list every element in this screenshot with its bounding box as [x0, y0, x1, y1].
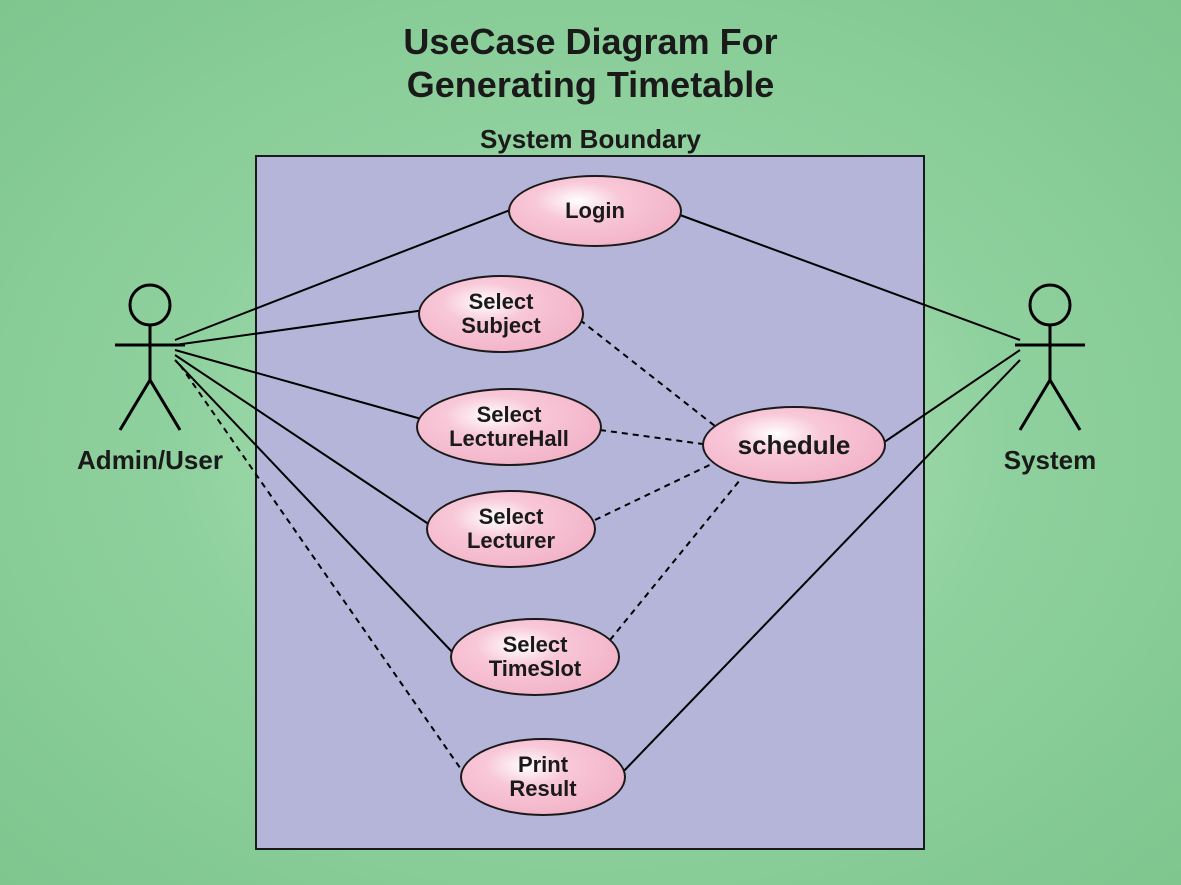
- actor-admin-label: Admin/User: [70, 445, 230, 476]
- usecase-schedule: schedule: [702, 406, 886, 484]
- usecase-print-result: Print Result: [460, 738, 626, 816]
- usecase-select-lecturer-line1: Select: [479, 504, 544, 529]
- diagram-title: UseCase Diagram For Generating Timetable: [0, 20, 1181, 106]
- usecase-print-result-line1: Print: [518, 752, 568, 777]
- usecase-select-lecturer-line2: Lecturer: [467, 528, 555, 553]
- usecase-login-label: Login: [565, 199, 625, 223]
- usecase-select-subject-line2: Subject: [461, 313, 540, 338]
- usecase-select-timeslot-line2: TimeSlot: [489, 656, 582, 681]
- usecase-login: Login: [508, 175, 682, 247]
- usecase-select-lecturehall-line2: LectureHall: [449, 426, 569, 451]
- title-line1: UseCase Diagram For: [403, 21, 777, 62]
- usecase-print-result-line2: Result: [509, 776, 576, 801]
- usecase-select-lecturehall: Select LectureHall: [416, 388, 602, 466]
- system-boundary-label: System Boundary: [0, 124, 1181, 155]
- actor-system-label: System: [995, 445, 1105, 476]
- actor-admin-icon: [100, 280, 200, 440]
- usecase-select-timeslot-line1: Select: [503, 632, 568, 657]
- usecase-schedule-label: schedule: [738, 431, 851, 460]
- title-line2: Generating Timetable: [407, 64, 774, 105]
- actor-system-icon: [1000, 280, 1100, 440]
- usecase-select-lecturer: Select Lecturer: [426, 490, 596, 568]
- usecase-select-subject: Select Subject: [418, 275, 584, 353]
- usecase-select-timeslot: Select TimeSlot: [450, 618, 620, 696]
- usecase-select-subject-line1: Select: [469, 289, 534, 314]
- usecase-select-lecturehall-line1: Select: [477, 402, 542, 427]
